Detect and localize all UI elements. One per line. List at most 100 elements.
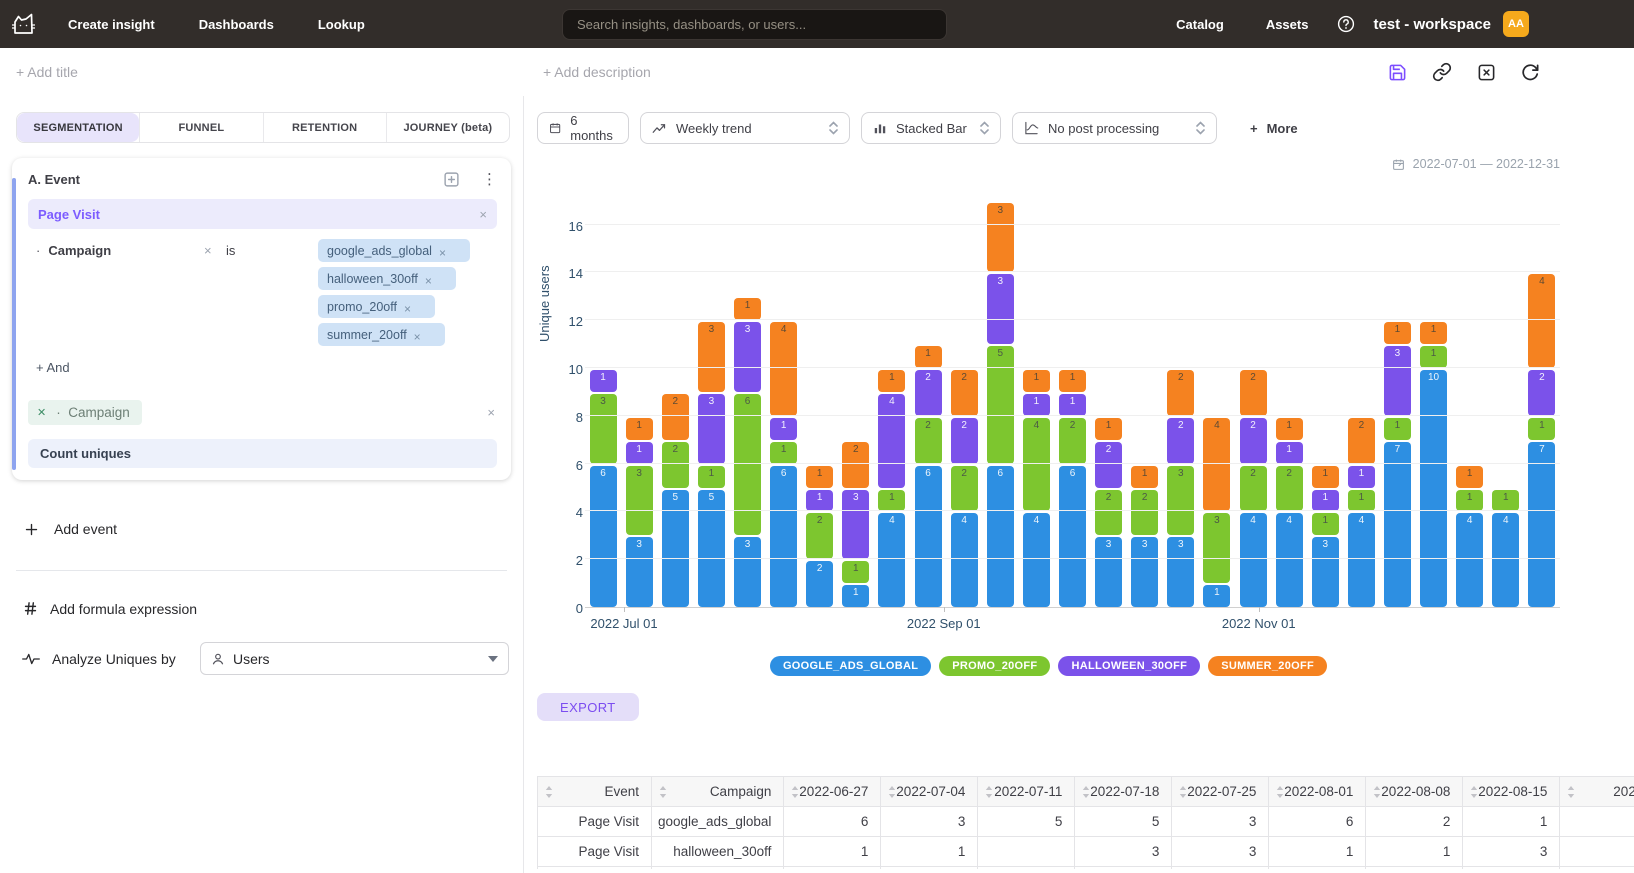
bar-segment-promo_20off[interactable]: 5 [987,346,1014,464]
bar-segment-google_ads_global[interactable]: 3 [1312,537,1339,607]
bar-segment-promo_20off[interactable]: 1 [770,442,797,464]
bar-segment-google_ads_global[interactable]: 4 [1348,513,1375,607]
bar-segment-summer_20off[interactable]: 4 [1203,418,1230,512]
stacked-bar[interactable]: 6114 [770,322,797,607]
bar-segment-halloween_30off[interactable]: 3 [1384,346,1411,416]
bar-segment-summer_20off[interactable]: 2 [1167,370,1194,416]
bar-segment-google_ads_global[interactable]: 6 [987,466,1014,607]
remove-filter-icon[interactable]: × [204,239,226,257]
help-icon[interactable] [1337,15,1355,33]
bar-segment-halloween_30off[interactable]: 2 [1095,442,1122,488]
bar-segment-halloween_30off[interactable]: 2 [915,370,942,416]
bar-segment-halloween_30off[interactable]: 1 [1312,490,1339,512]
bar-segment-summer_20off[interactable]: 1 [1312,466,1339,488]
save-icon[interactable] [1388,63,1407,82]
event-menu-icon[interactable]: ⋮ [482,172,497,187]
legend-pill-halloween_30off[interactable]: HALLOWEEN_30OFF [1058,656,1200,676]
bar-segment-google_ads_global[interactable]: 6 [590,466,617,607]
bar-segment-google_ads_global[interactable]: 4 [1456,513,1483,607]
bar-segment-summer_20off[interactable]: 1 [1095,418,1122,440]
bar-segment-google_ads_global[interactable]: 4 [1276,513,1303,607]
tab-funnel[interactable]: FUNNEL [139,113,262,142]
filter-value-chip[interactable]: halloween_30off× [318,267,456,290]
bar-segment-promo_20off[interactable]: 2 [1276,466,1303,512]
add-event-button[interactable]: Add event [24,521,523,537]
nav-catalog[interactable]: Catalog [1155,17,1245,32]
table-column-header[interactable]: Event [538,777,652,807]
bar-segment-google_ads_global[interactable]: 5 [698,490,725,608]
bar-segment-promo_20off[interactable]: 1 [1420,346,1447,368]
remove-value-icon[interactable]: × [439,242,461,259]
stacked-bar[interactable]: 3111 [1312,466,1339,607]
more-button[interactable]: +More [1250,121,1298,136]
bar-segment-google_ads_global[interactable]: 4 [878,513,905,607]
bar-segment-google_ads_global[interactable]: 5 [662,490,689,608]
bar-segment-halloween_30off[interactable]: 3 [698,394,725,464]
tab-retention[interactable]: RETENTION [263,113,386,142]
bar-segment-promo_20off[interactable]: 1 [1492,490,1519,512]
filter-property[interactable]: ·Campaign [36,239,204,258]
bar-segment-summer_20off[interactable]: 1 [1059,370,1086,392]
bar-segment-google_ads_global[interactable]: 2 [806,561,833,607]
bar-segment-google_ads_global[interactable]: 7 [1384,442,1411,607]
breakdown-chip[interactable]: ✕ · Campaign [28,400,142,425]
stacked-bar[interactable]: 1011 [1420,322,1447,607]
stacked-bar[interactable]: 41 [1492,490,1519,607]
tab-segmentation[interactable]: SEGMENTATION [17,113,139,142]
bar-segment-summer_20off[interactable]: 3 [698,322,725,392]
remove-value-icon[interactable]: × [425,270,447,287]
bar-segment-summer_20off[interactable]: 1 [1131,466,1158,488]
bar-segment-summer_20off[interactable]: 1 [806,466,833,488]
bar-segment-promo_20off[interactable]: 2 [662,442,689,488]
stacked-bar[interactable]: 411 [1456,466,1483,607]
remove-breakdown-row-icon[interactable]: × [487,406,495,419]
add-and-condition[interactable]: + And [36,360,511,375]
bar-segment-halloween_30off[interactable]: 1 [770,418,797,440]
table-column-header[interactable]: 2022-08-08 [1366,777,1463,807]
nav-lookup[interactable]: Lookup [296,17,387,32]
bar-segment-google_ads_global[interactable]: 7 [1528,442,1555,607]
bar-segment-halloween_30off[interactable]: 1 [1276,442,1303,464]
stacked-bar[interactable]: 522 [662,394,689,607]
stacked-bar[interactable]: 7131 [1384,322,1411,607]
bar-segment-summer_20off[interactable]: 2 [662,394,689,440]
bar-segment-halloween_30off[interactable]: 2 [951,418,978,464]
bar-segment-summer_20off[interactable]: 2 [1348,418,1375,464]
bar-segment-promo_20off[interactable]: 4 [1023,418,1050,512]
stacked-bar[interactable]: 6221 [915,346,942,607]
bar-segment-google_ads_global[interactable]: 6 [1059,466,1086,607]
nav-assets[interactable]: Assets [1245,17,1330,32]
table-column-header[interactable]: 2022-08-01 [1269,777,1366,807]
bar-segment-summer_20off[interactable]: 1 [1456,466,1483,488]
analyze-by-select[interactable]: Users [200,642,509,675]
workspace-name[interactable]: test - workspace [1373,16,1491,33]
selected-event-row[interactable]: Page Visit × [28,199,497,229]
bar-segment-promo_20off[interactable]: 2 [951,466,978,512]
bar-segment-summer_20off[interactable]: 1 [1384,322,1411,344]
bar-segment-promo_20off[interactable]: 1 [1312,513,1339,535]
bar-segment-promo_20off[interactable]: 1 [878,490,905,512]
bar-segment-summer_20off[interactable]: 2 [842,442,869,488]
remove-breakdown-icon[interactable]: ✕ [37,406,46,419]
bar-segment-summer_20off[interactable]: 1 [734,298,761,320]
legend-pill-google_ads_global[interactable]: GOOGLE_ADS_GLOBAL [770,656,931,676]
bar-segment-summer_20off[interactable]: 2 [1240,370,1267,416]
tab-journey[interactable]: JOURNEY (beta) [386,113,509,142]
bar-segment-google_ads_global[interactable]: 3 [626,537,653,607]
bar-segment-promo_20off[interactable]: 2 [1131,490,1158,536]
filter-value-chip[interactable]: summer_20off× [318,323,445,346]
bar-segment-promo_20off[interactable]: 3 [1167,466,1194,536]
bar-segment-halloween_30off[interactable]: 2 [1167,418,1194,464]
filter-operator[interactable]: is [226,239,246,258]
copy-link-icon[interactable] [1432,62,1452,82]
bar-segment-google_ads_global[interactable]: 3 [1167,537,1194,607]
stacked-bar[interactable]: 4222 [951,370,978,607]
stacked-bar[interactable]: 7124 [1528,274,1555,607]
date-range-button[interactable]: 6 months [537,112,629,144]
bar-segment-summer_20off[interactable]: 1 [1276,418,1303,440]
bar-segment-google_ads_global[interactable]: 1 [1203,585,1230,607]
table-column-header[interactable]: 2022-07-18 [1075,777,1172,807]
table-column-header[interactable]: 2022-08-22 [1560,777,1634,807]
stacked-bar[interactable]: 321 [1131,466,1158,607]
table-column-header[interactable]: 2022-08-15 [1463,777,1560,807]
